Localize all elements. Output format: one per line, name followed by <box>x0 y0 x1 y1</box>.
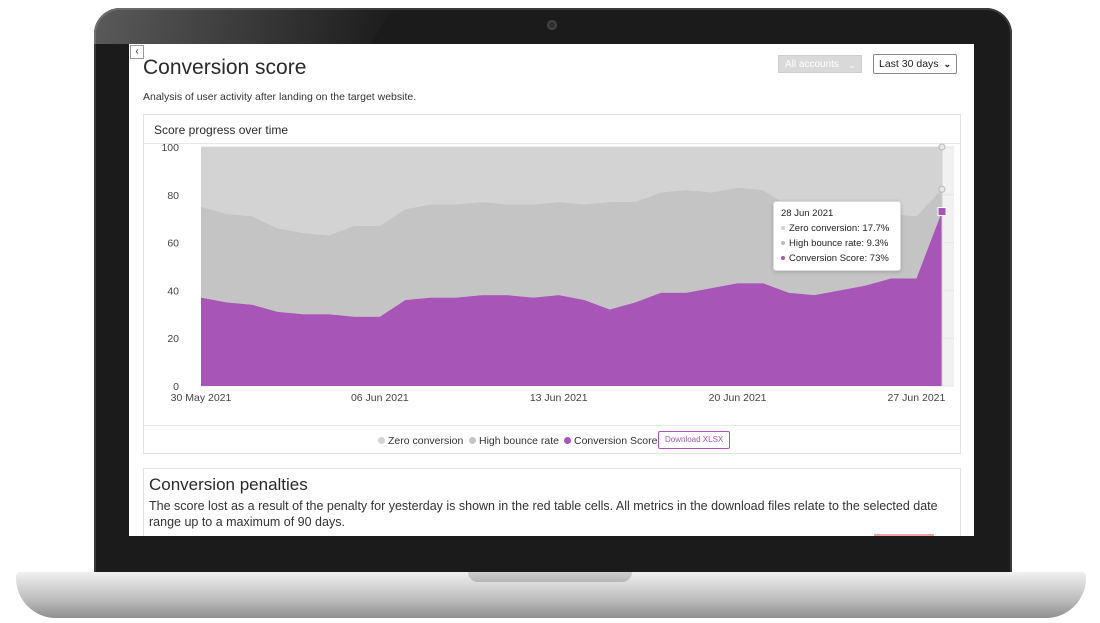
legend-label: Conversion Score <box>574 435 658 447</box>
tooltip-value: 9.3% <box>866 238 889 249</box>
x-tick-label: 13 Jun 2021 <box>530 392 588 404</box>
accounts-select[interactable]: All accounts ⌄ <box>778 55 862 73</box>
back-icon: ‹ <box>135 46 139 57</box>
legend-label: High bounce rate <box>479 435 559 447</box>
date-range-select[interactable]: Last 30 days ⌄ <box>873 54 957 74</box>
score-area-chart: 02040608010030 May 2021 06 Jun 2021 13 Jun… <box>161 143 954 404</box>
legend-item-high-bounce-rate[interactable]: High bounce rate <box>469 435 559 447</box>
download-xlsx-button[interactable]: Download XLSX <box>658 431 731 449</box>
score-progress-card: Score progress over time 0 20 40 60 80 100 30 … <box>143 114 961 454</box>
red-table-cell-edge <box>874 534 934 536</box>
legend-item-conversion-score[interactable]: Conversion Score <box>564 435 657 447</box>
tooltip-value: 73% <box>869 253 889 264</box>
tooltip-label: Conversion Score: <box>789 253 868 264</box>
tooltip-label: Zero conversion: <box>789 223 860 234</box>
page-subtitle: Analysis of user activity after landing … <box>143 91 417 103</box>
point-marker-high-bounce <box>938 185 946 193</box>
card-title: Score progress over time <box>154 123 289 137</box>
penalties-description: The score lost as a result of the penalt… <box>149 499 938 529</box>
laptop-base-notch <box>468 572 632 582</box>
legend-item-zero-conversion[interactable]: Zero conversion <box>378 435 463 447</box>
tooltip-dot <box>781 226 785 230</box>
chevron-down-icon: ⌄ <box>848 60 856 70</box>
x-tick-label: 27 Jun 2021 <box>888 392 946 404</box>
y-tick-label: 60 <box>167 238 179 250</box>
accounts-select-value: All accounts <box>785 59 839 70</box>
x-tick-label: 20 Jun 2021 <box>709 392 767 404</box>
tooltip-row-high-bounce: High bounce rate: 9.3% <box>781 238 893 249</box>
conversion-penalties-card: Conversion penalties The score lost as a… <box>143 468 961 536</box>
legend-dot <box>469 437 476 444</box>
legend-dot <box>378 437 385 444</box>
chart-tooltip: 28 Jun 2021 Zero conversion: 17.7% High … <box>773 201 901 271</box>
card-header: Score progress over time <box>144 115 960 144</box>
y-tick-label: 80 <box>167 190 179 202</box>
tooltip-row-conversion-score: Conversion Score: 73% <box>781 253 893 264</box>
y-tick-label: 20 <box>167 333 179 345</box>
tooltip-row-zero-conversion: Zero conversion: 17.7% <box>781 223 893 234</box>
tooltip-label: High bounce rate: <box>789 238 864 249</box>
lid-glare <box>94 8 394 44</box>
tooltip-dot <box>781 241 785 245</box>
tooltip-date: 28 Jun 2021 <box>781 208 834 219</box>
back-button[interactable]: ‹ <box>130 45 144 59</box>
point-marker-conversion-score <box>937 207 947 217</box>
legend-label: Zero conversion <box>388 435 464 447</box>
date-range-select-value: Last 30 days <box>879 58 939 70</box>
y-tick-label: 100 <box>161 143 179 154</box>
chevron-down-icon: ⌄ <box>943 59 951 69</box>
page-title: Conversion score <box>143 56 307 79</box>
legend-dot <box>564 437 571 444</box>
point-marker-zero-conversion <box>938 143 946 151</box>
tooltip-value: 17.7% <box>862 223 890 234</box>
app-screen: ‹ Conversion score Analysis of user acti… <box>129 44 974 536</box>
penalties-title: Conversion penalties <box>149 475 308 494</box>
chart-legend: Zero conversion High bounce rate Convers… <box>144 425 960 454</box>
camera-icon <box>547 20 557 30</box>
x-tick-label: 06 Jun 2021 <box>351 392 409 404</box>
x-tick-label: 30 May 2021 <box>171 392 232 404</box>
y-tick-label: 40 <box>167 285 179 297</box>
tooltip-dot <box>781 256 785 260</box>
